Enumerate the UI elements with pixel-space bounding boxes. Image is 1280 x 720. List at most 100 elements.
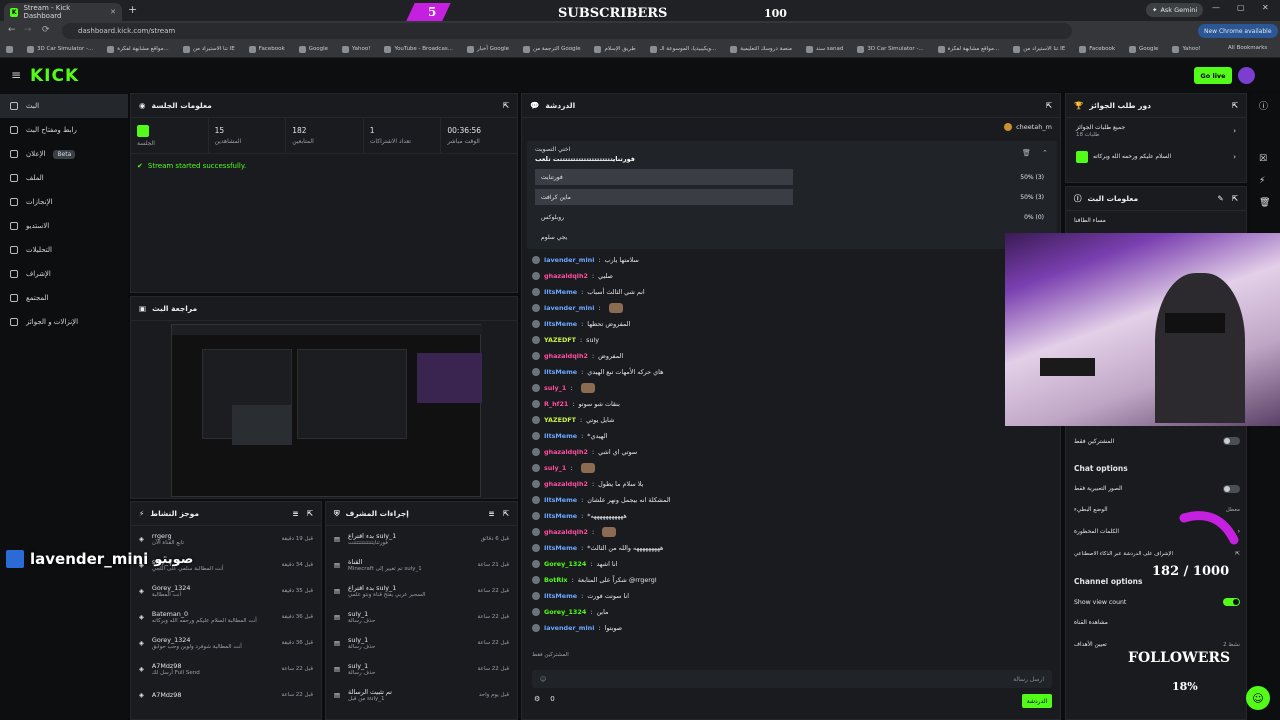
sidebar-item[interactable]: الإعلان Beta <box>0 142 128 166</box>
popout-icon[interactable]: ⇱ <box>1046 101 1052 110</box>
sidebar-item[interactable]: الاستديو <box>0 214 128 238</box>
chat-username[interactable]: ghazaldqih2 <box>544 528 588 536</box>
bookmark-item[interactable]: Facebook <box>1079 45 1115 53</box>
share-label[interactable]: مشاهدة القناة <box>1074 620 1108 626</box>
chat-username[interactable]: IltsMeme <box>544 544 577 552</box>
sidebar-item[interactable]: الإشراف <box>0 262 128 286</box>
bolt-icon[interactable]: ⚡ <box>1259 176 1271 186</box>
filter-icon[interactable]: ≡ <box>488 509 494 518</box>
chat-username[interactable]: suly_1 <box>544 464 566 472</box>
popout-icon[interactable]: ⇱ <box>503 101 509 110</box>
bookmark-item[interactable]: Google <box>298 45 328 53</box>
activity-user[interactable]: Gorey_1324 <box>152 636 274 644</box>
bookmark-item[interactable]: أخبار Google <box>466 45 509 53</box>
bookmark-item[interactable]: Yahoo! <box>1172 45 1201 53</box>
chat-username[interactable]: ghazaldqih2 <box>544 352 588 360</box>
poll-option[interactable]: ماين كرافت 50% (3) <box>535 189 1050 205</box>
bookmark-item[interactable]: تنا الاستيراد من IE <box>1013 45 1065 53</box>
chat-username[interactable]: Gorey_1324 <box>544 560 586 568</box>
sidebar-item[interactable]: الإنزالات و الجوائز <box>0 310 128 334</box>
chat-username[interactable]: IltsMeme <box>544 432 577 440</box>
sidebar-item[interactable]: البث <box>0 94 128 118</box>
browser-tab[interactable]: K Stream - Kick Dashboard ✕ <box>4 3 122 21</box>
sidebar-item[interactable]: التحليلات <box>0 238 128 262</box>
sidebar-item[interactable]: الإنجازات <box>0 190 128 214</box>
popout-icon[interactable]: ⇱ <box>307 509 313 518</box>
poll-option[interactable]: فورتنايت 50% (3) <box>535 169 1050 185</box>
emoji-icon[interactable]: ☺ <box>540 676 546 683</box>
chat-username[interactable]: YAZEDFT <box>544 336 576 344</box>
chat-username[interactable]: lavender_mini <box>544 624 594 632</box>
popout-icon[interactable]: ⇱ <box>1232 194 1238 203</box>
address-bar[interactable]: dashboard.kick.com/stream <box>62 23 1072 39</box>
close-window-icon[interactable]: ✕ <box>1262 3 1269 12</box>
chat-username[interactable]: ghazaldqih2 <box>544 448 588 456</box>
bookmark-item[interactable]: مواقع مشابهة لفكرة... <box>937 45 999 53</box>
chat-username[interactable]: IltsMeme <box>544 320 577 328</box>
bookmark-item[interactable]: 3D Car Simulator -... <box>27 45 93 53</box>
maximize-icon[interactable]: ▢ <box>1237 3 1245 12</box>
sidebar-item[interactable]: المجتمع <box>0 286 128 310</box>
activity-user[interactable]: A7Mdz98 <box>152 662 274 670</box>
stream-preview[interactable] <box>171 324 482 497</box>
forward-icon[interactable]: → <box>24 25 32 35</box>
subs-only-toggle[interactable] <box>1223 437 1240 445</box>
send-chat-button[interactable]: الدردشة <box>1022 694 1052 708</box>
chat-username[interactable]: BotRix <box>544 576 568 584</box>
minimize-icon[interactable]: — <box>1212 3 1220 12</box>
settings-icon[interactable]: ⚙ <box>534 695 540 703</box>
chat-username[interactable]: IltsMeme <box>544 368 577 376</box>
popout-icon[interactable]: ⇱ <box>503 509 509 518</box>
show-view-count-toggle[interactable] <box>1223 598 1240 606</box>
reward-item[interactable]: السلام عليكم ورحمه الله وبركاته › <box>1066 144 1246 170</box>
kick-logo[interactable]: KICK <box>30 66 79 86</box>
edit-icon[interactable]: ✎ <box>1217 194 1223 203</box>
chat-username[interactable]: IltsMeme <box>544 288 577 296</box>
chat-username[interactable]: lavender_mini <box>544 256 594 264</box>
goals-row[interactable]: تعيين الأهداف نشط 2 <box>1074 642 1240 648</box>
chat-username[interactable]: ghazaldqih2 <box>544 480 588 488</box>
close-tab-icon[interactable]: ✕ <box>110 8 116 16</box>
activity-user[interactable]: Bateman_0 <box>152 610 274 618</box>
back-icon[interactable]: ← <box>8 25 16 35</box>
chat-username[interactable]: Gorey_1324 <box>544 608 586 616</box>
sidebar-item[interactable]: الملف <box>0 166 128 190</box>
bookmark-item[interactable]: طريق الإسلام <box>594 45 636 53</box>
bookmark-item[interactable]: YouTube - Broadcas... <box>384 45 453 53</box>
activity-user[interactable]: A7Mdz98 <box>152 691 274 699</box>
chat-username[interactable]: suly_1 <box>544 384 566 392</box>
go-live-button[interactable]: Go live <box>1194 67 1232 84</box>
chat-input[interactable]: ☺ ارسل رسالة <box>532 670 1052 688</box>
reward-item[interactable]: جميع طلبات الجوائز طلبات 18 › <box>1066 118 1246 144</box>
chat-username[interactable]: R_hf21 <box>544 400 568 408</box>
ask-gemini-button[interactable]: ✦ Ask Gemini <box>1146 3 1204 17</box>
bookmark-item[interactable]: مواقع مشابهة لفكرة... <box>107 45 169 53</box>
sidebar-item[interactable]: رابط ومفتاح البث <box>0 118 128 142</box>
trash-icon[interactable]: 🗑 <box>1259 198 1271 208</box>
bookmark-item[interactable]: Yahoo! <box>342 45 370 53</box>
bookmark-item[interactable]: Google <box>1129 45 1158 53</box>
trash-icon[interactable]: 🗑 <box>1022 149 1031 157</box>
poll-option[interactable]: روبلوكس 0% (0) <box>535 209 1050 225</box>
poll-option[interactable]: يجي سلوم <box>535 229 1050 245</box>
chat-username[interactable]: IltsMeme <box>544 496 577 504</box>
avatar[interactable] <box>1238 67 1255 84</box>
bookmark-item[interactable]: سند sanad <box>805 45 843 53</box>
activity-user[interactable]: Gorey_1324 <box>152 584 274 592</box>
chat-username[interactable]: YAZEDFT <box>544 416 576 424</box>
emotes-only-toggle[interactable] <box>1223 485 1240 493</box>
chat-username[interactable]: IltsMeme <box>544 592 577 600</box>
chat-username[interactable]: lavender_mini <box>544 304 594 312</box>
filter-icon[interactable]: ≡ <box>292 509 298 518</box>
activity-user[interactable]: rrgerg <box>152 532 274 540</box>
info-icon[interactable]: ⓘ <box>1259 99 1271 112</box>
reload-icon[interactable]: ⟳ <box>42 25 50 35</box>
all-bookmarks[interactable]: All Bookmarks <box>1228 45 1267 51</box>
bookmark-item[interactable]: منصة دروسك التعليمية <box>730 45 792 53</box>
collapse-icon[interactable]: ⌃ <box>1042 149 1048 157</box>
bookmark-item[interactable]: تنا الاستيراد من IE <box>182 45 235 53</box>
support-chat-icon[interactable]: ☺ <box>1246 686 1270 710</box>
chat-username[interactable]: IltsMeme <box>544 512 577 520</box>
bookmark-item[interactable]: الترجمة من Google <box>523 45 580 53</box>
apps-icon[interactable] <box>6 45 13 53</box>
